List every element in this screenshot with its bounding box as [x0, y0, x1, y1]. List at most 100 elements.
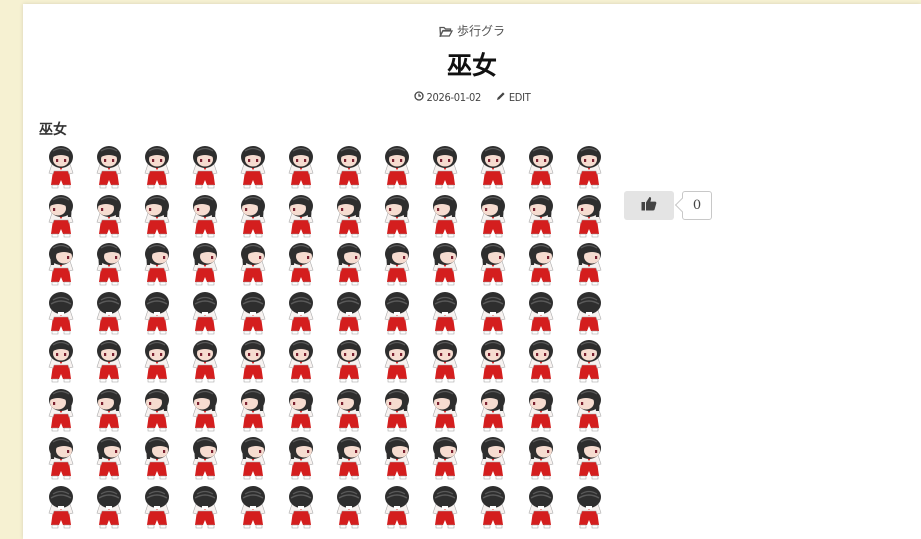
sprite-frame [476, 241, 510, 291]
sprite-frame [140, 435, 174, 485]
sprite-frame [428, 387, 462, 437]
sprite-frame [332, 241, 366, 291]
sprite-frame [524, 193, 558, 243]
sprite-frame [92, 387, 126, 437]
like-count: 0 [682, 191, 712, 220]
sprite-frame [476, 290, 510, 340]
sprite-frame [236, 387, 270, 437]
sprite-frame [140, 387, 174, 437]
sprite-frame [236, 144, 270, 194]
sprite-frame [524, 338, 558, 388]
sprite-frame [188, 387, 222, 437]
sprite-frame [332, 484, 366, 534]
sprite-frame [572, 387, 606, 437]
sprite-frame [140, 290, 174, 340]
sprite-frame [140, 338, 174, 388]
sprite-frame [188, 193, 222, 243]
sprite-frame [92, 193, 126, 243]
sprite-frame [92, 290, 126, 340]
sprite-frame [476, 387, 510, 437]
sprite-frame [44, 338, 78, 388]
sprite-frame [476, 144, 510, 194]
post-meta: 2026-01-02 EDIT [23, 91, 921, 104]
sprite-frame [44, 435, 78, 485]
sprite-frame [188, 484, 222, 534]
edit-label[interactable]: EDIT [509, 91, 531, 104]
sprite-frame [428, 338, 462, 388]
sprite-frame [140, 193, 174, 243]
category-label[interactable]: 歩行グラ [457, 24, 505, 38]
sprite-frame [140, 144, 174, 194]
sprite-frame [92, 484, 126, 534]
like-button[interactable] [624, 191, 674, 220]
sprite-frame [524, 484, 558, 534]
sprite-frame [380, 144, 414, 194]
pencil-icon [496, 91, 506, 104]
sprite-frame [572, 484, 606, 534]
sprite-frame [284, 435, 318, 485]
sprite-frame [572, 290, 606, 340]
sprite-frame [380, 484, 414, 534]
sprite-frame [44, 290, 78, 340]
sprite-frame [572, 435, 606, 485]
sprite-frame [476, 338, 510, 388]
sprite-frame [236, 435, 270, 485]
date-text: 2026-01-02 [426, 91, 482, 104]
sprite-frame [332, 290, 366, 340]
thumbs-up-icon [641, 196, 657, 215]
sprite-frame [428, 193, 462, 243]
section-heading: 巫女 [39, 122, 67, 138]
sprite-frame [44, 144, 78, 194]
post-date: 2026-01-02 [413, 91, 482, 104]
sprite-frame [236, 338, 270, 388]
sprite-frame [92, 338, 126, 388]
sprite-frame [284, 484, 318, 534]
sprite-frame [332, 144, 366, 194]
post-card: 歩行グラ 巫女 2026-01-02 EDIT 巫女 0 [23, 4, 921, 539]
sprite-frame [572, 144, 606, 194]
sprite-frame [380, 193, 414, 243]
post-category[interactable]: 歩行グラ [23, 22, 921, 40]
sprite-frame [524, 144, 558, 194]
sprite-frame [92, 241, 126, 291]
sprite-frame [380, 241, 414, 291]
sprite-frame [572, 338, 606, 388]
clock-icon [413, 91, 424, 104]
sprite-frame [236, 193, 270, 243]
sprite-frame [380, 290, 414, 340]
sprite-frame [524, 290, 558, 340]
sprite-frame [44, 484, 78, 534]
sprite-frame [332, 435, 366, 485]
sprite-frame [476, 435, 510, 485]
sprite-frame [92, 144, 126, 194]
sprite-frame [284, 387, 318, 437]
sprite-frame [380, 387, 414, 437]
sprite-frame [140, 241, 174, 291]
sprite-frame [188, 144, 222, 194]
sprite-frame [188, 338, 222, 388]
edit-link[interactable]: EDIT [496, 91, 531, 104]
sprite-frame [428, 144, 462, 194]
sprite-frame [140, 484, 174, 534]
sprite-frame [284, 193, 318, 243]
sprite-frame [236, 241, 270, 291]
sprite-sheet-image [43, 143, 619, 533]
sprite-frame [524, 387, 558, 437]
folder-open-icon [439, 26, 454, 40]
sprite-frame [428, 290, 462, 340]
sprite-frame [284, 290, 318, 340]
sprite-frame [332, 338, 366, 388]
post-title: 巫女 [446, 51, 497, 80]
sprite-frame [524, 241, 558, 291]
sprite-frame [476, 193, 510, 243]
sprite-frame [332, 387, 366, 437]
sprite-frame [188, 435, 222, 485]
sprite-frame [572, 193, 606, 243]
sprite-frame [188, 241, 222, 291]
sprite-frame [428, 484, 462, 534]
sprite-frame [236, 484, 270, 534]
sprite-frame [428, 241, 462, 291]
sprite-frame [92, 435, 126, 485]
sprite-frame [524, 435, 558, 485]
sprite-frame [428, 435, 462, 485]
